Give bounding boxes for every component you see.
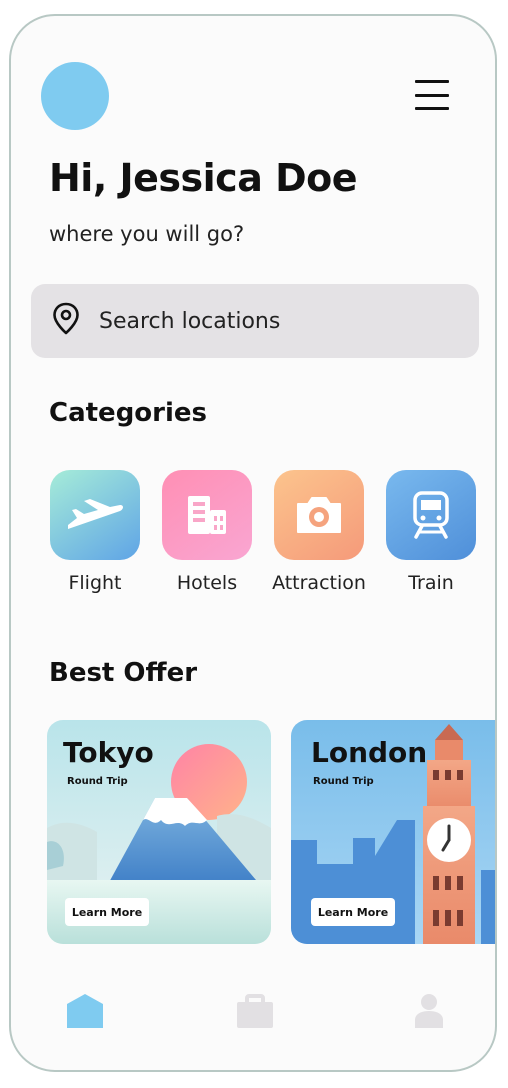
building-icon — [162, 470, 252, 560]
search-bar[interactable] — [31, 284, 479, 358]
nav-home[interactable] — [65, 992, 105, 1034]
category-label: Attraction — [272, 572, 366, 594]
airplane-icon — [50, 470, 140, 560]
category-label: Flight — [68, 572, 122, 594]
best-offer-heading: Best Offer — [49, 658, 198, 688]
nav-trips[interactable] — [235, 992, 275, 1034]
camera-icon — [274, 470, 364, 560]
profile-icon — [415, 994, 443, 1028]
offer-card-tokyo[interactable]: Tokyo Round Trip Learn More — [47, 720, 271, 944]
category-attraction[interactable]: Attraction — [269, 470, 369, 594]
offer-trip-type: Round Trip — [313, 776, 374, 787]
briefcase-icon — [237, 994, 273, 1028]
greeting-title: Hi, Jessica Doe — [49, 156, 358, 200]
learn-more-button[interactable]: Learn More — [311, 898, 395, 926]
greeting-subtitle: where you will go? — [49, 222, 245, 246]
home-icon — [67, 994, 103, 1028]
offer-card-london[interactable]: London Round Trip Learn More — [291, 720, 495, 944]
category-flight[interactable]: Flight — [45, 470, 145, 594]
category-label: Train — [408, 572, 454, 594]
location-pin-icon — [51, 302, 81, 340]
search-input[interactable] — [97, 307, 421, 335]
learn-more-button[interactable]: Learn More — [65, 898, 149, 926]
hamburger-menu-icon[interactable] — [415, 78, 449, 112]
nav-profile[interactable] — [413, 992, 445, 1034]
offer-city: Tokyo — [63, 736, 154, 769]
offer-trip-type: Round Trip — [67, 776, 128, 787]
offer-city: London — [311, 736, 428, 769]
avatar[interactable] — [41, 62, 109, 130]
category-label: Hotels — [176, 572, 238, 594]
category-hotels[interactable]: Hotels — [157, 470, 257, 594]
phone-frame: Hi, Jessica Doe where you will go? Categ… — [9, 14, 497, 1072]
category-train[interactable]: Train — [381, 470, 481, 594]
categories-heading: Categories — [49, 398, 208, 428]
train-icon — [386, 470, 476, 560]
